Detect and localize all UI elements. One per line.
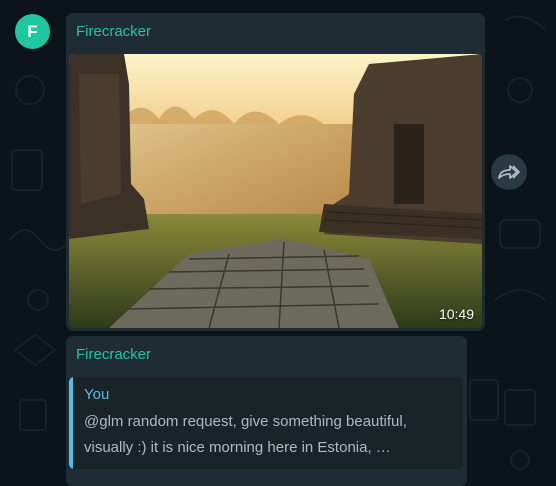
sender-name[interactable]: Firecracker [76,23,151,41]
message-timestamp: 10:49 [438,306,474,322]
photo-image [69,54,482,328]
photo-temple-sunrise[interactable]: 10:49 [69,54,482,328]
quoted-author: You [84,386,110,403]
message-bubble-image: Firecracker 10:49 [66,13,485,331]
avatar[interactable]: F [15,14,50,49]
message-bubble-reply: Firecracker You @glm random request, giv… [66,336,467,486]
quote-accent-bar [69,377,73,469]
sender-name[interactable]: Firecracker [76,346,151,364]
quoted-message[interactable]: You @glm random request, give something … [69,377,463,469]
quoted-text: @glm random request, give something beau… [84,413,407,456]
forward-button[interactable] [491,154,527,190]
forward-arrow-icon [498,165,520,179]
